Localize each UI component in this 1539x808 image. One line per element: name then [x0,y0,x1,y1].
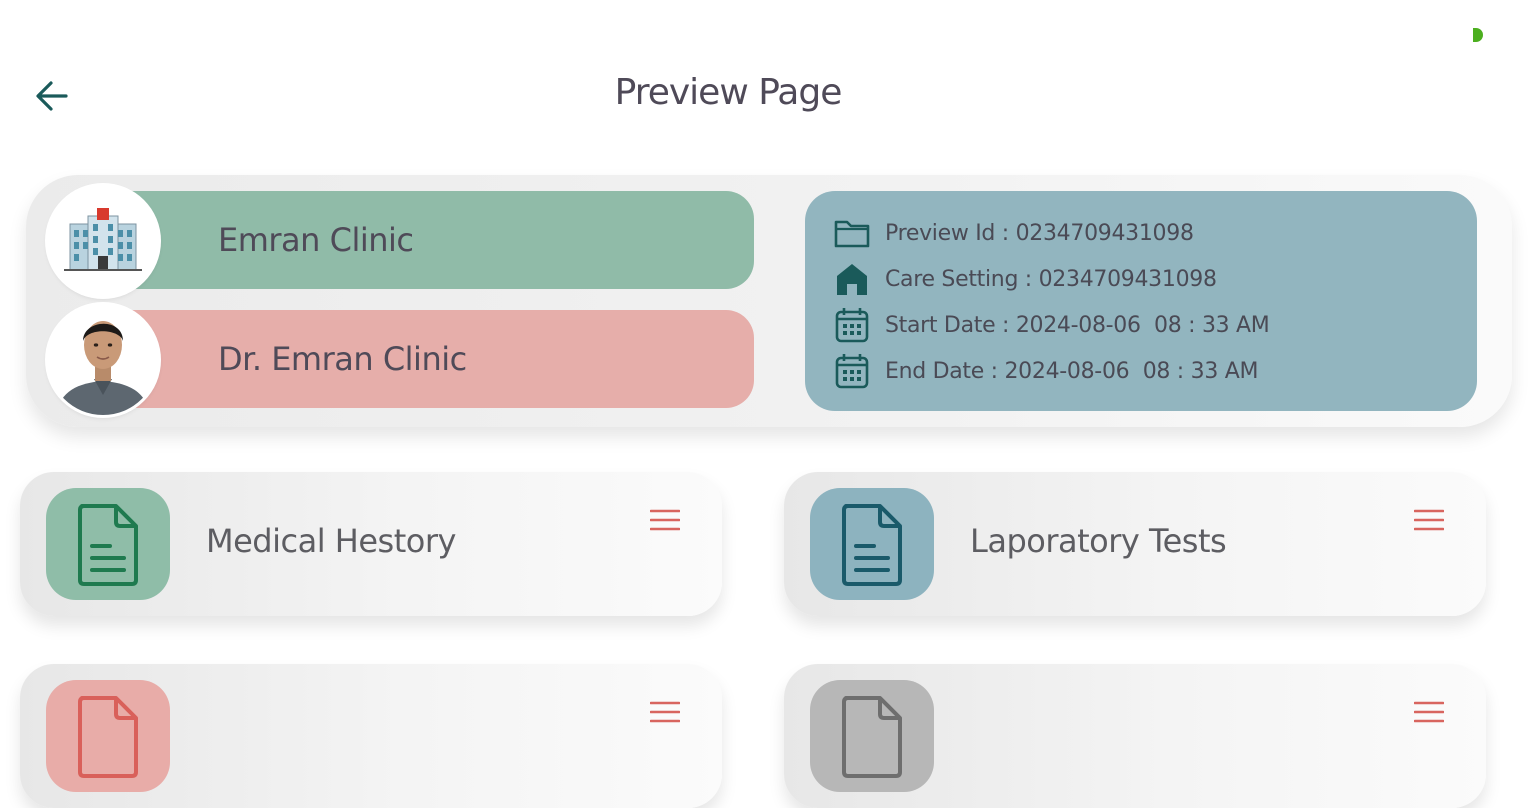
clinic-avatar [48,186,158,296]
home-icon [837,264,867,295]
section-tile [810,680,934,792]
section-card-laboratory-tests[interactable]: Laporatory Tests [784,472,1486,616]
section-tile [46,680,170,792]
clinic-name: Emran Clinic [218,221,414,259]
menu-icon[interactable] [1414,700,1444,724]
preview-id-text: Preview Id : 0234709431098 [885,220,1194,246]
document-icon [78,696,138,778]
hospital-icon [48,186,158,296]
page-title: Preview Page [614,72,843,113]
doctor-photo [48,305,158,415]
end-date-row: End Date : 2024-08-06 08 : 33 AM [833,351,1258,391]
section-tile [46,488,170,600]
doctor-avatar [48,305,158,415]
doctor-name: Dr. Emran Clinic [218,340,467,378]
status-indicator [1473,28,1483,42]
section-label: Medical Hestory [206,522,456,560]
preview-info-panel: Preview Id : 0234709431098 Care Setting … [805,191,1477,411]
menu-icon[interactable] [650,700,680,724]
clinic-pill [104,191,754,289]
section-tile [810,488,934,600]
folder-icon [834,220,870,248]
menu-icon[interactable] [1414,508,1444,532]
calendar-icon [835,354,869,389]
section-card-4[interactable] [784,664,1486,808]
start-date-row: Start Date : 2024-08-06 08 : 33 AM [833,305,1270,345]
end-date-text: End Date : 2024-08-06 08 : 33 AM [885,358,1259,384]
start-date-text: Start Date : 2024-08-06 08 : 33 AM [885,312,1270,338]
section-card-3[interactable] [20,664,722,808]
calendar-icon [835,308,869,343]
care-setting-text: Care Setting : 0234709431098 [885,266,1217,292]
document-icon [78,504,138,586]
care-setting-row: Care Setting : 0234709431098 [833,259,1217,299]
section-label: Laporatory Tests [970,522,1227,560]
document-icon [842,504,902,586]
menu-icon[interactable] [650,508,680,532]
preview-id-row: Preview Id : 0234709431098 [833,213,1194,253]
section-card-medical-history[interactable]: Medical Hestory [20,472,722,616]
document-icon [842,696,902,778]
